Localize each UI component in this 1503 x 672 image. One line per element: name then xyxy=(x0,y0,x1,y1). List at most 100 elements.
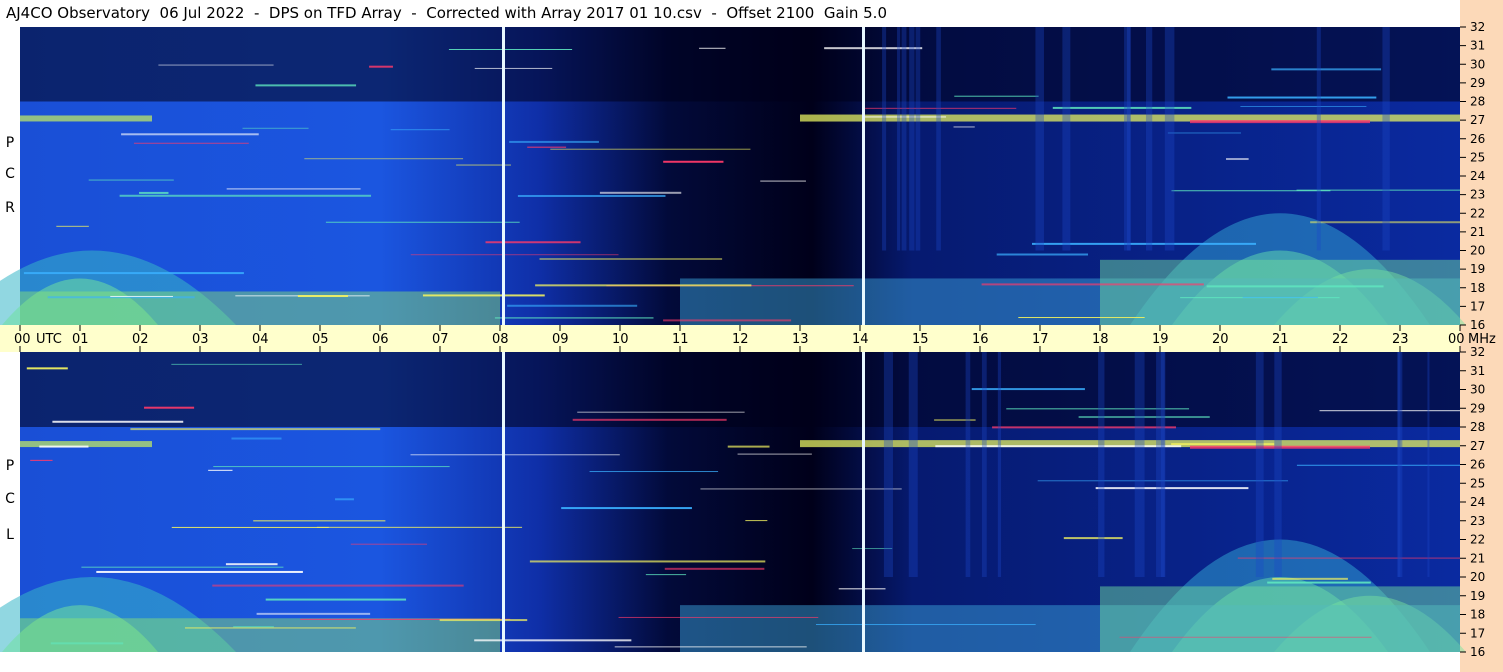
vertical-artifact xyxy=(1382,27,1390,251)
time-tick-label: 14 xyxy=(852,332,869,347)
rfi-streak xyxy=(1063,537,1123,540)
vertical-artifact xyxy=(1145,27,1153,251)
time-tick-label: 00 xyxy=(14,332,31,347)
vertical-artifact xyxy=(882,27,887,251)
frequency-tick-label: 29 xyxy=(1470,401,1485,415)
time-tick-label: 08 xyxy=(492,332,509,347)
frequency-tick-label: 31 xyxy=(1470,39,1485,53)
rfi-streak xyxy=(304,158,464,160)
frequency-tick-label: 16 xyxy=(1470,318,1485,332)
rfi-streak xyxy=(527,146,567,148)
frequency-tick-label: 27 xyxy=(1470,439,1485,453)
rfi-streak xyxy=(1226,158,1249,161)
rfi-streak xyxy=(448,49,573,51)
rfi-streak xyxy=(255,84,357,87)
rfi-streak xyxy=(509,140,599,143)
rfi-streak xyxy=(158,64,274,66)
vertical-artifact xyxy=(909,27,915,251)
rfi-streak xyxy=(535,284,752,287)
rfi-streak xyxy=(700,488,902,490)
vertical-artifact xyxy=(981,352,987,577)
rfi-streak xyxy=(88,179,174,181)
frequency-tick-label: 20 xyxy=(1470,570,1485,584)
rfi-streak xyxy=(954,95,1039,97)
frequency-tick-label: 21 xyxy=(1470,225,1485,239)
time-tick-label: 02 xyxy=(132,332,149,347)
vertical-artifact xyxy=(1316,27,1321,251)
vertical-artifact xyxy=(1164,27,1175,251)
time-tick-label: 19 xyxy=(1152,332,1169,347)
time-unit-label: UTC xyxy=(36,332,62,347)
rfi-streak xyxy=(39,445,89,448)
rfi-band xyxy=(20,115,152,122)
rfi-streak xyxy=(184,627,356,629)
vertical-artifact xyxy=(1274,352,1282,577)
rfi-streak xyxy=(253,520,386,522)
frequency-tick-label: 29 xyxy=(1470,76,1485,90)
time-marker-line xyxy=(862,27,865,325)
rfi-streak xyxy=(1267,581,1371,584)
spectrogram-dark-band xyxy=(20,27,1460,102)
rfi-streak xyxy=(494,317,654,319)
rfi-streak xyxy=(760,180,806,182)
rfi-streak xyxy=(410,254,619,256)
rfi-streak xyxy=(52,420,184,423)
rfi-streak xyxy=(130,428,381,431)
rfi-streak xyxy=(325,221,520,223)
rfi-streak xyxy=(971,388,1085,391)
frequency-tick-label: 32 xyxy=(1470,345,1485,359)
frequency-tick-label: 23 xyxy=(1470,514,1485,528)
rfi-streak xyxy=(1296,189,1460,191)
frequency-unit-label: MHz xyxy=(1468,332,1496,347)
frequency-tick-label: 18 xyxy=(1470,608,1485,622)
rfi-streak xyxy=(26,367,68,370)
rfi-streak xyxy=(231,437,282,440)
rfi-streak xyxy=(727,445,770,448)
lcp-spectrogram-panel xyxy=(0,352,1466,652)
rfi-streak xyxy=(1227,96,1377,99)
rfi-streak xyxy=(226,188,361,190)
frequency-tick-label: 21 xyxy=(1470,551,1485,565)
rfi-streak xyxy=(335,498,354,501)
rfi-streak xyxy=(212,584,464,587)
rfi-streak xyxy=(1271,68,1382,71)
frequency-tick-label: 30 xyxy=(1470,383,1485,397)
time-tick-label: 12 xyxy=(732,332,749,347)
rfi-streak xyxy=(699,47,726,49)
frequency-tick-label: 17 xyxy=(1470,626,1485,640)
rfi-streak xyxy=(815,624,1036,626)
frequency-tick-label: 18 xyxy=(1470,281,1485,295)
frequency-tick-label: 31 xyxy=(1470,364,1485,378)
rfi-streak xyxy=(1018,317,1145,319)
vertical-artifact xyxy=(965,352,971,577)
rfi-streak xyxy=(144,406,195,409)
rfi-streak xyxy=(297,295,349,298)
vertical-artifact xyxy=(1397,352,1403,577)
rfi-streak xyxy=(992,426,1176,429)
rfi-streak xyxy=(110,295,173,297)
rfi-streak xyxy=(507,304,638,307)
frequency-tick-label: 25 xyxy=(1470,150,1485,164)
rfi-streak xyxy=(1242,296,1318,298)
rfi-streak xyxy=(1237,557,1460,559)
time-tick-label: 03 xyxy=(192,332,209,347)
time-marker-line xyxy=(502,27,505,325)
rfi-streak xyxy=(208,469,233,471)
frequency-tick-label: 28 xyxy=(1470,95,1485,109)
rfi-streak xyxy=(350,543,428,545)
rfi-streak xyxy=(737,453,812,455)
rcp-spectrogram-panel xyxy=(0,27,1466,325)
rfi-streak xyxy=(539,258,723,260)
time-tick-label: 13 xyxy=(792,332,809,347)
frequency-tick-label: 19 xyxy=(1470,589,1485,603)
rfi-streak xyxy=(369,65,393,68)
time-tick-label: 15 xyxy=(912,332,929,347)
frequency-tick-label: 22 xyxy=(1470,533,1485,547)
frequency-tick-label: 23 xyxy=(1470,188,1485,202)
time-tick-label: 00 xyxy=(1448,332,1465,347)
time-tick-label: 23 xyxy=(1392,332,1409,347)
rfi-streak xyxy=(664,567,765,570)
vertical-artifact xyxy=(908,352,918,577)
frequency-tick-label: 32 xyxy=(1470,20,1485,34)
vertical-artifact xyxy=(1126,27,1131,251)
